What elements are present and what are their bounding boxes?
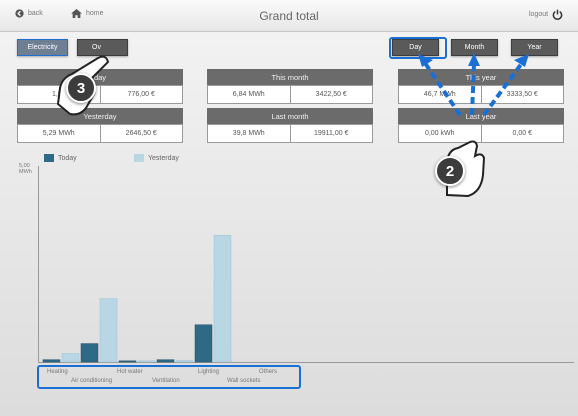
bar-yesterday-air-conditioning — [99, 298, 118, 363]
bar-yesterday-hot-water — [137, 360, 156, 363]
bar-chart — [42, 235, 232, 363]
bar-today-heating — [42, 359, 61, 363]
bar-today-hot-water — [118, 360, 137, 363]
bar-yesterday-lighting — [213, 235, 232, 363]
callout-badge-2: 2 — [435, 156, 465, 186]
bar-yesterday-ventilation — [175, 360, 194, 363]
category-highlight-box — [37, 365, 301, 389]
callout-badge-3: 3 — [66, 73, 96, 103]
bar-today-lighting — [194, 324, 213, 363]
day-highlight-box — [389, 37, 447, 59]
bar-today-air-conditioning — [80, 343, 99, 363]
bar-yesterday-heating — [61, 353, 80, 363]
bar-today-ventilation — [156, 359, 175, 363]
